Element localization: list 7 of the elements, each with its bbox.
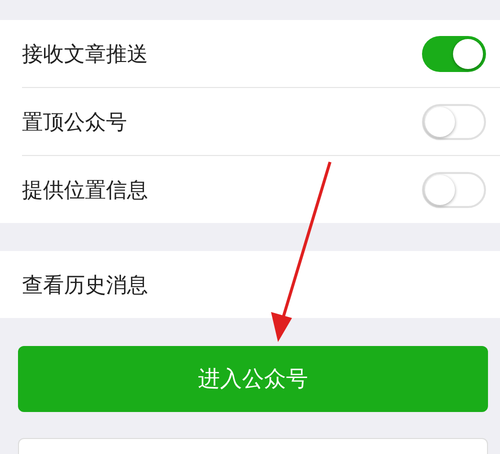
setting-label: 置顶公众号 [22,108,127,136]
setting-label: 提供位置信息 [22,176,148,204]
toggle-switch[interactable] [422,104,486,140]
setting-label: 接收文章推送 [22,40,148,68]
history-link[interactable]: 查看历史消息 [22,270,148,298]
toggle-switch[interactable] [422,172,486,208]
toggle-switch[interactable] [422,36,486,72]
